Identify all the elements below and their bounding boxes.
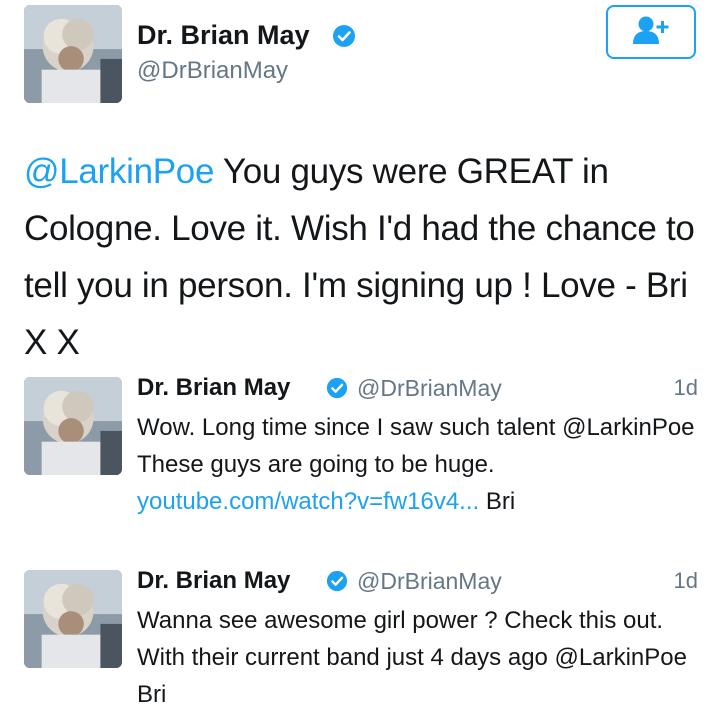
mention-link[interactable]: @LarkinPoe [24,152,214,191]
reply-timestamp[interactable]: 1d [674,568,698,594]
verified-badge-icon [332,24,356,48]
avatar-image [24,377,122,475]
reply-author-name[interactable]: Dr. Brian May [137,567,290,595]
verified-badge-icon [326,570,348,592]
reply-text: Wanna see awesome girl power ? Check thi… [137,607,687,708]
reply-timestamp[interactable]: 1d [674,375,698,401]
reply-body: Wow. Long time since I saw such talent @… [137,414,695,478]
youtube-link[interactable]: youtube.com/watch?v=fw16v4... [137,488,479,515]
add-user-icon [631,15,671,50]
reply-author-name[interactable]: Dr. Brian May [137,374,290,402]
author-name[interactable]: Dr. Brian May [137,20,310,51]
follow-button[interactable] [606,5,696,59]
verified-badge-icon [326,377,348,399]
reply-signoff: Bri [479,488,516,515]
author-handle[interactable]: @DrBrianMay [137,57,288,85]
avatar-image [24,570,122,668]
author-avatar[interactable] [24,5,122,103]
reply-author-handle[interactable]: @DrBrianMay [357,568,502,595]
avatar-image [24,5,122,103]
tweet-text: @LarkinPoe You guys were GREAT in Cologn… [24,143,704,371]
reply-author-handle[interactable]: @DrBrianMay [357,375,502,402]
reply-text: Wow. Long time since I saw such talent @… [137,409,707,520]
reply-avatar[interactable] [24,570,122,668]
reply-avatar[interactable] [24,377,122,475]
